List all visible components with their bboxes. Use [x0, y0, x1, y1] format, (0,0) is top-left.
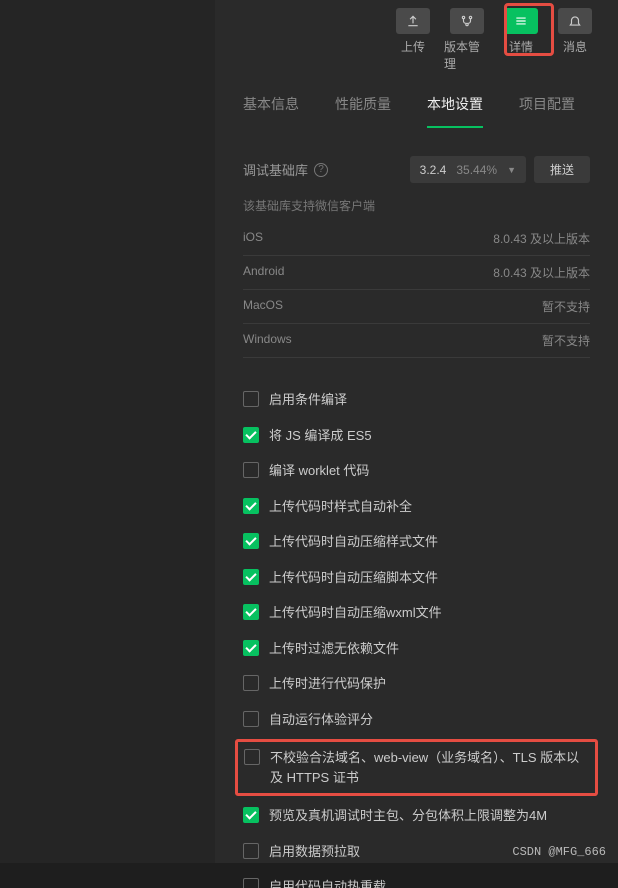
checkbox[interactable] [243, 391, 259, 407]
checkbox[interactable] [243, 427, 259, 443]
chevron-down-icon: ▼ [507, 165, 516, 175]
setting-label: 编译 worklet 代码 [269, 461, 590, 481]
version-select[interactable]: 3.2.4 35.44% ▼ [410, 156, 526, 183]
platform-row: iOS 8.0.43 及以上版本 [243, 222, 590, 256]
setting-label: 将 JS 编译成 ES5 [269, 426, 590, 446]
version-value: 3.2.4 [420, 163, 447, 177]
upload-button[interactable]: 上传 [390, 8, 436, 72]
platform-name: Windows [243, 332, 292, 349]
upload-label: 上传 [401, 38, 425, 55]
push-button[interactable]: 推送 [534, 156, 590, 183]
help-icon[interactable]: ? [314, 163, 328, 177]
branch-icon [450, 8, 484, 34]
setting-item: 启用条件编译 [243, 382, 590, 418]
checkbox[interactable] [243, 533, 259, 549]
tab-perf[interactable]: 性能质量 [335, 94, 391, 128]
details-button[interactable]: 详情 [498, 8, 544, 72]
setting-item: 上传代码时样式自动补全 [243, 489, 590, 525]
setting-item: 编译 worklet 代码 [243, 453, 590, 489]
platform-status: 暂不支持 [542, 332, 590, 349]
setting-item: 上传代码时自动压缩wxml文件 [243, 595, 590, 631]
platform-name: Android [243, 264, 284, 281]
debug-lib-controls: 3.2.4 35.44% ▼ 推送 [410, 156, 590, 183]
checkbox[interactable] [243, 604, 259, 620]
setting-label: 上传时进行代码保护 [269, 674, 590, 694]
setting-label: 上传时过滤无依赖文件 [269, 639, 590, 659]
tab-project[interactable]: 项目配置 [519, 94, 575, 128]
messages-label: 消息 [563, 38, 587, 55]
platform-row: Android 8.0.43 及以上版本 [243, 256, 590, 290]
platform-row: Windows 暂不支持 [243, 324, 590, 358]
checkbox[interactable] [243, 711, 259, 727]
sidebar [0, 0, 215, 863]
setting-item: 启用代码自动热重载 [243, 869, 590, 888]
checkbox[interactable] [243, 640, 259, 656]
checkbox[interactable] [243, 462, 259, 478]
setting-item: 不校验合法域名、web-view（业务域名）、TLS 版本以及 HTTPS 证书 [235, 739, 598, 796]
setting-label: 上传代码时自动压缩样式文件 [269, 532, 590, 552]
setting-label: 上传代码时自动压缩wxml文件 [269, 603, 590, 623]
setting-label: 启用条件编译 [269, 390, 590, 410]
platform-name: iOS [243, 230, 263, 247]
support-note: 该基础库支持微信客户端 [243, 197, 590, 214]
checkbox[interactable] [243, 878, 259, 888]
checkbox-list: 启用条件编译将 JS 编译成 ES5 编译 worklet 代码上传代码时样式自动… [243, 382, 590, 888]
setting-item: 上传时过滤无依赖文件 [243, 631, 590, 667]
platform-status: 8.0.43 及以上版本 [493, 264, 590, 281]
content-panel: 上传 版本管理 详情 消息 基本信息 性能质量 本地设置 项目配置 [215, 0, 618, 863]
tab-basic[interactable]: 基本信息 [243, 94, 299, 128]
checkbox[interactable] [243, 843, 259, 859]
upload-icon [396, 8, 430, 34]
setting-label: 上传代码时样式自动补全 [269, 497, 590, 517]
checkbox[interactable] [243, 675, 259, 691]
debug-lib-row: 调试基础库 ? 3.2.4 35.44% ▼ 推送 [243, 156, 590, 183]
setting-label: 上传代码时自动压缩脚本文件 [269, 568, 590, 588]
setting-label: 预览及真机调试时主包、分包体积上限调整为4M [269, 806, 590, 826]
settings-panel: 调试基础库 ? 3.2.4 35.44% ▼ 推送 该基础库支持微信客户端 iO… [215, 128, 618, 888]
messages-button[interactable]: 消息 [552, 8, 598, 72]
checkbox[interactable] [243, 569, 259, 585]
platform-row: MacOS 暂不支持 [243, 290, 590, 324]
version-percent: 35.44% [456, 163, 497, 177]
setting-item: 自动运行体验评分 [243, 702, 590, 738]
setting-item: 上传时进行代码保护 [243, 666, 590, 702]
watermark: CSDN @MFG_666 [512, 845, 606, 859]
checkbox[interactable] [244, 749, 260, 765]
platform-status: 暂不支持 [542, 298, 590, 315]
setting-label: 自动运行体验评分 [269, 710, 590, 730]
version-label: 版本管理 [444, 38, 490, 72]
tab-bar: 基本信息 性能质量 本地设置 项目配置 [215, 72, 618, 128]
platform-status: 8.0.43 及以上版本 [493, 230, 590, 247]
debug-lib-text: 调试基础库 [243, 160, 308, 179]
tab-local[interactable]: 本地设置 [427, 94, 483, 128]
platform-name: MacOS [243, 298, 283, 315]
setting-item: 预览及真机调试时主包、分包体积上限调整为4M [243, 798, 590, 834]
setting-label: 不校验合法域名、web-view（业务域名）、TLS 版本以及 HTTPS 证书 [270, 748, 589, 787]
checkbox[interactable] [243, 498, 259, 514]
top-toolbar: 上传 版本管理 详情 消息 [215, 0, 618, 72]
platform-table: iOS 8.0.43 及以上版本 Android 8.0.43 及以上版本 MacOS 暂… [243, 222, 590, 358]
setting-item: 上传代码时自动压缩脚本文件 [243, 560, 590, 596]
bell-icon [558, 8, 592, 34]
version-button[interactable]: 版本管理 [444, 8, 490, 72]
details-label: 详情 [509, 38, 533, 55]
menu-icon [504, 8, 538, 34]
setting-item: 将 JS 编译成 ES5 [243, 418, 590, 454]
checkbox[interactable] [243, 807, 259, 823]
setting-item: 上传代码时自动压缩样式文件 [243, 524, 590, 560]
setting-label: 启用代码自动热重载 [269, 877, 590, 888]
debug-lib-label: 调试基础库 ? [243, 160, 328, 179]
